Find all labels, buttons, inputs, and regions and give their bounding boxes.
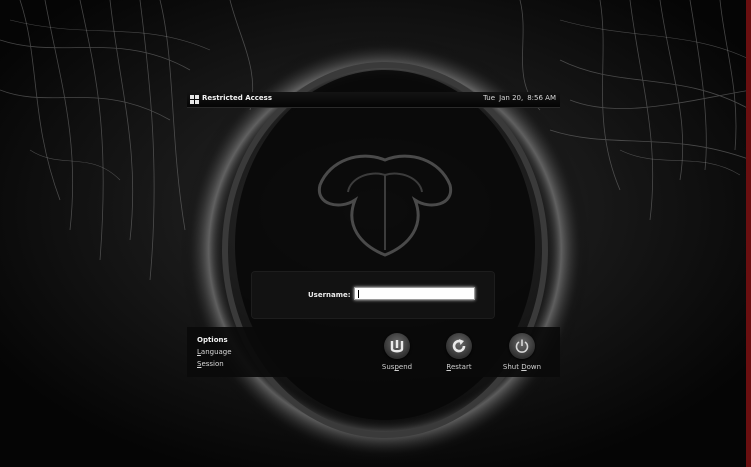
shutdown-button[interactable]: Shut Down [492, 331, 552, 375]
bottom-panel: Options Language Session Suspend Restart… [187, 327, 560, 377]
power-icon [509, 333, 535, 359]
username-input[interactable] [354, 287, 475, 300]
right-edge-strip [746, 0, 751, 467]
suspend-label-pre: Sus [381, 363, 395, 371]
username-label: Username: [308, 291, 351, 299]
gothic-wallpaper [0, 0, 751, 467]
clock-time: 8:56 AM [527, 94, 556, 102]
restart-icon [446, 333, 472, 359]
text-cursor [358, 290, 359, 298]
language-option[interactable]: Language [197, 348, 232, 356]
options-title: Options [197, 336, 228, 344]
suspend-label: Suspend [367, 363, 427, 371]
top-panel: Restricted Access Tue Jan 20, 8:56 AM [187, 92, 560, 108]
session-option[interactable]: Session [197, 360, 224, 368]
shutdown-label-post: own [526, 363, 542, 371]
session-label: ession [201, 360, 224, 368]
clock-day: Tue [483, 94, 496, 102]
window-title: Restricted Access [202, 94, 272, 102]
suspend-icon [384, 333, 410, 359]
shutdown-label: Shut Down [492, 363, 552, 371]
suspend-label-post: end [398, 363, 413, 371]
suspend-button[interactable]: Suspend [367, 331, 427, 375]
clock[interactable]: Tue Jan 20, 8:56 AM [479, 94, 556, 102]
restart-button[interactable]: Restart [429, 331, 489, 375]
clock-date: Jan 20, [499, 94, 524, 102]
login-panel: Username: [252, 272, 494, 318]
restart-label: Restart [429, 363, 489, 371]
restart-label-post: estart [450, 363, 472, 371]
language-label: anguage [200, 348, 232, 356]
windows-logo-icon [190, 95, 199, 104]
shutdown-label-pre: Shut [502, 363, 522, 371]
